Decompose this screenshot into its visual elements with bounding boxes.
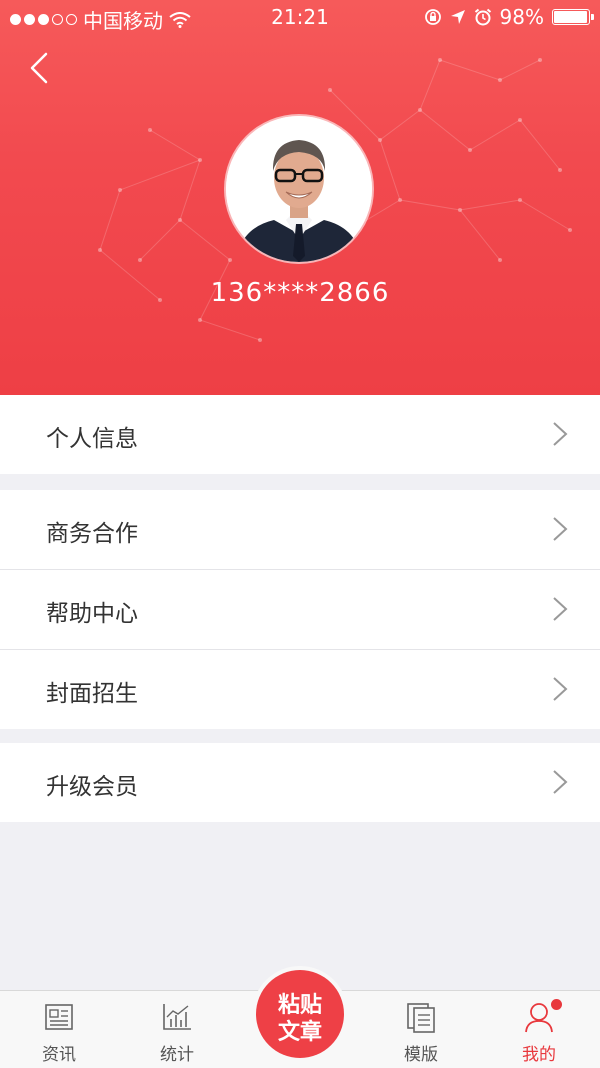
rotation-lock-icon (424, 9, 441, 25)
tab-templates[interactable]: 模版 (381, 991, 461, 1068)
avatar-image (226, 116, 372, 262)
tab-news[interactable]: 资讯 (19, 991, 99, 1068)
tab-label: 我的 (522, 1045, 556, 1065)
notification-badge (551, 999, 562, 1010)
paste-article-line2: 文章 (277, 1020, 322, 1045)
chevron-right-icon (553, 597, 568, 621)
menu-item-label: 帮助中心 (46, 601, 138, 627)
tab-label: 统计 (160, 1045, 194, 1065)
chevron-right-icon (553, 422, 568, 446)
alarm-icon (474, 8, 491, 26)
menu-item-label: 个人信息 (46, 426, 138, 452)
battery-percent: 98% (499, 5, 544, 29)
menu-item-help-center[interactable]: 帮助中心 (0, 570, 600, 650)
tab-label: 模版 (404, 1045, 438, 1065)
avatar[interactable] (226, 116, 372, 262)
tab-stats[interactable]: 统计 (137, 991, 217, 1068)
menu-item-cover-recruitment[interactable]: 封面招生 (0, 650, 600, 729)
news-icon (45, 1004, 73, 1030)
chevron-right-icon (553, 770, 568, 794)
menu-item-business-cooperation[interactable]: 商务合作 (0, 490, 600, 570)
menu-group-3: 升级会员 (0, 743, 600, 822)
battery-icon (552, 9, 594, 25)
phone-number: 136****2866 (210, 278, 390, 308)
paste-article-button[interactable]: 粘贴 文章 (256, 970, 344, 1058)
template-icon (407, 1003, 435, 1033)
menu-item-personal-info[interactable]: 个人信息 (0, 395, 600, 474)
chevron-right-icon (553, 677, 568, 701)
location-icon (450, 10, 465, 24)
menu-item-upgrade-membership[interactable]: 升级会员 (0, 743, 600, 822)
menu-item-label: 升级会员 (46, 774, 138, 800)
chevron-right-icon (553, 517, 568, 541)
menu-group-2: 商务合作 帮助中心 封面招生 (0, 490, 600, 729)
menu-item-label: 封面招生 (46, 681, 138, 707)
menu-item-label: 商务合作 (46, 521, 138, 547)
tab-label: 资讯 (42, 1045, 76, 1065)
back-button[interactable] (22, 48, 62, 88)
status-bar: 中国移动 21:21 98% (0, 0, 600, 34)
menu-group-1: 个人信息 (0, 395, 600, 474)
chart-icon (163, 1004, 191, 1030)
profile-header: 中国移动 21:21 98% 136****2866 (0, 0, 600, 395)
tab-mine[interactable]: 我的 (499, 991, 579, 1068)
